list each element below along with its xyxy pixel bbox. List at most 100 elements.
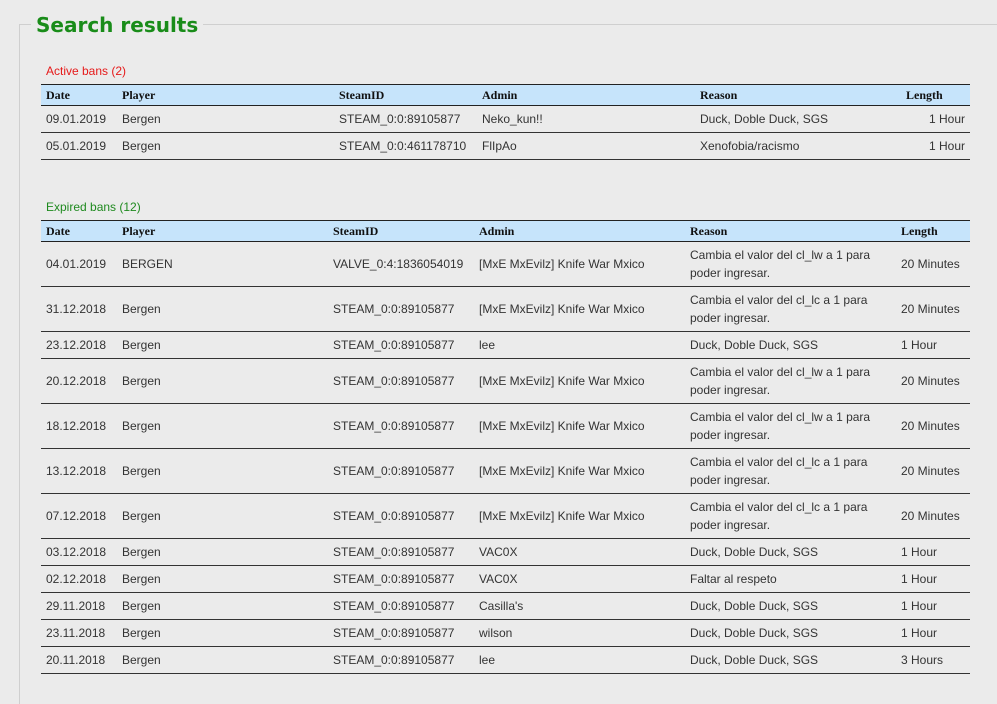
cell-date: 20.12.2018 bbox=[41, 358, 117, 404]
cell-length: 20 Minutes bbox=[896, 448, 970, 494]
cell-steamid: STEAM_0:0:89105877 bbox=[328, 331, 474, 359]
cell-reason: Duck, Doble Duck, SGS bbox=[685, 592, 896, 620]
cell-player: Bergen bbox=[117, 493, 328, 539]
cell-admin: [MxE MxEvilz] Knife War Mxico bbox=[474, 358, 685, 404]
cell-date: 29.11.2018 bbox=[41, 592, 117, 620]
page-title: Search results bbox=[31, 10, 204, 40]
cell-date: 31.12.2018 bbox=[41, 286, 117, 332]
cell-steamid: STEAM_0:0:89105877 bbox=[328, 538, 474, 566]
column-header-admin[interactable]: Admin bbox=[474, 220, 685, 242]
column-header-date[interactable]: Date bbox=[41, 220, 117, 242]
table-row[interactable]: 31.12.2018 Bergen STEAM_0:0:89105877 [MxE M… bbox=[41, 286, 970, 332]
table-row[interactable]: 03.12.2018 Bergen STEAM_0:0:89105877 VAC0X D… bbox=[41, 538, 970, 566]
cell-steamid: STEAM_0:0:89105877 bbox=[328, 286, 474, 332]
cell-player: Bergen bbox=[117, 646, 328, 674]
table-row[interactable]: 13.12.2018 Bergen STEAM_0:0:89105877 [MxE M… bbox=[41, 448, 970, 494]
cell-length: 1 Hour bbox=[901, 132, 970, 160]
column-header-player[interactable]: Player bbox=[117, 84, 334, 106]
cell-length: 20 Minutes bbox=[896, 241, 970, 287]
table-header-row: Date Player SteamID Admin Reason Length bbox=[41, 84, 970, 106]
cell-player: Bergen bbox=[117, 331, 328, 359]
cell-length: 20 Minutes bbox=[896, 493, 970, 539]
cell-admin: [MxE MxEvilz] Knife War Mxico bbox=[474, 403, 685, 449]
cell-reason: Duck, Doble Duck, SGS bbox=[685, 331, 896, 359]
cell-player: Bergen bbox=[117, 565, 328, 593]
table-row[interactable]: 20.12.2018 Bergen STEAM_0:0:89105877 [MxE M… bbox=[41, 358, 970, 404]
column-header-admin[interactable]: Admin bbox=[477, 84, 695, 106]
cell-reason: Cambia el valor del cl_lc a 1 para poder… bbox=[685, 448, 896, 494]
cell-steamid: STEAM_0:0:89105877 bbox=[328, 592, 474, 620]
cell-admin: [MxE MxEvilz] Knife War Mxico bbox=[474, 241, 685, 287]
column-header-reason[interactable]: Reason bbox=[695, 84, 901, 106]
cell-player: Bergen bbox=[117, 105, 334, 133]
cell-date: 09.01.2019 bbox=[41, 105, 117, 133]
cell-reason: Duck, Doble Duck, SGS bbox=[685, 646, 896, 674]
cell-reason: Duck, Doble Duck, SGS bbox=[685, 619, 896, 647]
cell-reason: Cambia el valor del cl_lw a 1 para poder… bbox=[685, 403, 896, 449]
cell-steamid: STEAM_0:0:89105877 bbox=[328, 646, 474, 674]
table-row[interactable]: 29.11.2018 Bergen STEAM_0:0:89105877 Casill… bbox=[41, 592, 970, 620]
cell-steamid: STEAM_0:0:89105877 bbox=[328, 403, 474, 449]
cell-date: 05.01.2019 bbox=[41, 132, 117, 160]
column-header-steamid[interactable]: SteamID bbox=[328, 220, 474, 242]
cell-length: 20 Minutes bbox=[896, 286, 970, 332]
cell-player: Bergen bbox=[117, 132, 334, 160]
active-bans-label: Active bans (2) bbox=[46, 64, 127, 78]
table-row[interactable]: 05.01.2019 Bergen STEAM_0:0:461178710 FlIpA… bbox=[41, 132, 970, 160]
cell-player: Bergen bbox=[117, 592, 328, 620]
cell-admin: Casilla's bbox=[474, 592, 685, 620]
cell-reason: Cambia el valor del cl_lc a 1 para poder… bbox=[685, 286, 896, 332]
cell-date: 23.11.2018 bbox=[41, 619, 117, 647]
cell-length: 1 Hour bbox=[896, 565, 970, 593]
cell-length: 1 Hour bbox=[896, 619, 970, 647]
cell-date: 04.01.2019 bbox=[41, 241, 117, 287]
cell-date: 23.12.2018 bbox=[41, 331, 117, 359]
column-header-player[interactable]: Player bbox=[117, 220, 328, 242]
cell-admin: [MxE MxEvilz] Knife War Mxico bbox=[474, 286, 685, 332]
cell-steamid: STEAM_0:0:89105877 bbox=[334, 105, 477, 133]
table-row[interactable]: 23.11.2018 Bergen STEAM_0:0:89105877 wilson… bbox=[41, 619, 970, 647]
cell-reason: Cambia el valor del cl_lw a 1 para poder… bbox=[685, 358, 896, 404]
table-row[interactable]: 20.11.2018 Bergen STEAM_0:0:89105877 lee Duc… bbox=[41, 646, 970, 674]
cell-player: Bergen bbox=[117, 448, 328, 494]
table-row[interactable]: 07.12.2018 Bergen STEAM_0:0:89105877 [MxE M… bbox=[41, 493, 970, 539]
cell-admin: VAC0X bbox=[474, 538, 685, 566]
cell-admin: Neko_kun!! bbox=[477, 105, 695, 133]
cell-reason: Duck, Doble Duck, SGS bbox=[695, 105, 901, 133]
table-row[interactable]: 04.01.2019 BERGEN VALVE_0:4:1836054019 [MxE… bbox=[41, 241, 970, 287]
cell-length: 20 Minutes bbox=[896, 403, 970, 449]
cell-length: 1 Hour bbox=[896, 331, 970, 359]
expired-bans-label: Expired bans (12) bbox=[46, 200, 141, 214]
cell-date: 03.12.2018 bbox=[41, 538, 117, 566]
expired-bans-table: Date Player SteamID Admin Reason Length … bbox=[41, 220, 970, 674]
cell-steamid: VALVE_0:4:1836054019 bbox=[328, 241, 474, 287]
cell-length: 1 Hour bbox=[901, 105, 970, 133]
column-header-length[interactable]: Length bbox=[896, 220, 970, 242]
cell-length: 3 Hours bbox=[896, 646, 970, 674]
cell-player: Bergen bbox=[117, 538, 328, 566]
cell-reason: Xenofobia/racismo bbox=[695, 132, 901, 160]
cell-date: 13.12.2018 bbox=[41, 448, 117, 494]
column-header-length[interactable]: Length bbox=[901, 84, 970, 106]
cell-reason: Cambia el valor del cl_lw a 1 para poder… bbox=[685, 241, 896, 287]
table-row[interactable]: 09.01.2019 Bergen STEAM_0:0:89105877 Neko_k… bbox=[41, 105, 970, 133]
column-header-date[interactable]: Date bbox=[41, 84, 117, 106]
cell-date: 20.11.2018 bbox=[41, 646, 117, 674]
cell-length: 1 Hour bbox=[896, 592, 970, 620]
cell-reason: Duck, Doble Duck, SGS bbox=[685, 538, 896, 566]
cell-reason: Cambia el valor del cl_lc a 1 para poder… bbox=[685, 493, 896, 539]
cell-steamid: STEAM_0:0:89105877 bbox=[328, 358, 474, 404]
table-row[interactable]: 23.12.2018 Bergen STEAM_0:0:89105877 lee Duc… bbox=[41, 331, 970, 359]
cell-admin: lee bbox=[474, 646, 685, 674]
cell-steamid: STEAM_0:0:461178710 bbox=[334, 132, 477, 160]
cell-admin: [MxE MxEvilz] Knife War Mxico bbox=[474, 493, 685, 539]
column-header-reason[interactable]: Reason bbox=[685, 220, 896, 242]
cell-steamid: STEAM_0:0:89105877 bbox=[328, 448, 474, 494]
column-header-steamid[interactable]: SteamID bbox=[334, 84, 477, 106]
cell-player: Bergen bbox=[117, 358, 328, 404]
cell-admin: [MxE MxEvilz] Knife War Mxico bbox=[474, 448, 685, 494]
table-row[interactable]: 02.12.2018 Bergen STEAM_0:0:89105877 VAC0X F… bbox=[41, 565, 970, 593]
cell-steamid: STEAM_0:0:89105877 bbox=[328, 493, 474, 539]
cell-player: BERGEN bbox=[117, 241, 328, 287]
table-row[interactable]: 18.12.2018 Bergen STEAM_0:0:89105877 [MxE M… bbox=[41, 403, 970, 449]
